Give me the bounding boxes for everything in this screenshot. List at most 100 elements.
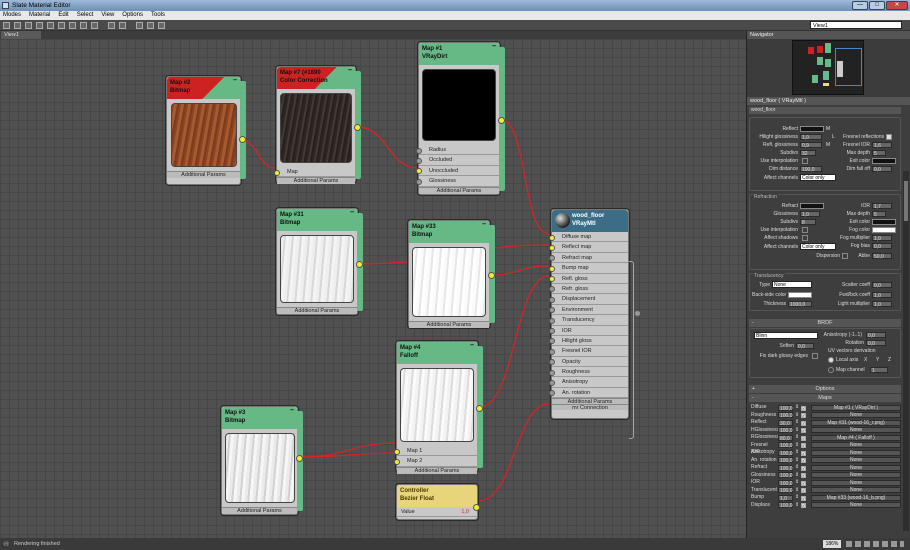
minimize-node-icon[interactable]: – <box>492 43 496 51</box>
output-socket[interactable] <box>634 310 641 317</box>
spinner-icon[interactable]: ⇕ <box>795 457 799 464</box>
spinner-icon[interactable]: ⇕ <box>795 427 799 434</box>
map-enable-checkbox[interactable]: ✓ <box>801 480 806 486</box>
node-map33-bitmap[interactable]: Map #33 Bitmap – Additional Params <box>408 220 495 328</box>
node-header[interactable]: Controller Bezier Float <box>397 485 477 507</box>
slot-radius[interactable]: Radius <box>416 145 499 156</box>
additional-params[interactable]: Additional Params <box>277 307 357 314</box>
minimize-node-icon[interactable]: – <box>470 342 474 350</box>
menu-tools[interactable]: Tools <box>151 11 165 20</box>
node-map7-color-correction[interactable]: Map #7 (#1890 Color Correction – Map Addit… <box>274 66 361 185</box>
scatter-field[interactable]: 0,0 <box>872 282 892 289</box>
brdf-rollout[interactable]: - BRDF <box>749 319 901 327</box>
map-slot-button[interactable]: None <box>811 427 901 434</box>
refr-max-depth-field[interactable]: 5 <box>872 211 886 218</box>
spinner-icon[interactable]: ⇕ <box>795 464 799 471</box>
minimize-button[interactable]: — <box>852 1 868 10</box>
output-socket[interactable] <box>488 272 495 279</box>
spinner-icon[interactable]: ⇕ <box>795 449 799 456</box>
map-enable-checkbox[interactable]: ✓ <box>801 420 806 426</box>
map-enable-checkbox[interactable]: ✓ <box>801 488 806 493</box>
additional-params[interactable]: Additional Params <box>277 177 355 185</box>
node-map1-vraydirt[interactable]: Map #1 VRayDirt – Radius Occluded Unocclud… <box>416 42 505 195</box>
input-socket[interactable] <box>549 307 555 314</box>
input-socket[interactable] <box>274 169 280 176</box>
map-amount-field[interactable]: 100,0 <box>778 457 793 464</box>
local-axis-radio[interactable] <box>828 357 834 363</box>
spinner-icon[interactable]: ⇕ <box>795 412 799 419</box>
refr-subdivs-field[interactable]: 8 <box>800 219 816 226</box>
show-map-icon[interactable] <box>80 22 87 29</box>
map-slot-button[interactable]: None <box>811 472 901 479</box>
type-dropdown[interactable]: None <box>772 281 812 288</box>
output-socket[interactable] <box>476 405 483 412</box>
menu-material[interactable]: Material <box>29 11 50 20</box>
node-canvas[interactable]: Map #2 Bitmap – Additional Params Map #7 (… <box>0 39 746 538</box>
input-socket[interactable] <box>394 458 400 465</box>
map-slot-button[interactable]: None <box>811 502 901 509</box>
spinner-icon[interactable]: ⇕ <box>795 487 799 494</box>
binoculars-icon[interactable]: ♾ <box>3 539 9 550</box>
map-slot-button[interactable]: None <box>811 479 901 486</box>
map-slot-button[interactable]: None <box>811 442 901 449</box>
node-header[interactable]: Map #2 Bitmap – <box>167 77 240 99</box>
subdivs-field[interactable]: 32 <box>800 150 816 157</box>
node-map31-bitmap[interactable]: Map #31 Bitmap – Additional Params <box>276 208 363 315</box>
input-socket[interactable] <box>549 348 555 355</box>
map-slot-button[interactable]: None <box>811 487 901 494</box>
spinner-icon[interactable]: ⇕ <box>795 442 799 449</box>
additional-params[interactable]: Additional Params <box>397 466 477 474</box>
dim-distance-field[interactable]: 100,0 <box>800 166 822 173</box>
node-header[interactable]: Map #4 Falloff – <box>397 342 477 364</box>
refr-use-interp-checkbox[interactable] <box>802 227 808 233</box>
mtl-slot[interactable]: Bump map <box>549 263 628 274</box>
node-map2-bitmap[interactable]: Map #2 Bitmap – Additional Params <box>166 76 246 185</box>
exit-color-swatch[interactable] <box>872 158 896 164</box>
additional-params[interactable]: Additional Params <box>167 171 240 178</box>
mtl-footer[interactable]: mr Connection <box>552 404 628 411</box>
input-socket[interactable] <box>416 178 422 185</box>
axis-x-button[interactable]: X <box>864 357 867 363</box>
dispersion-checkbox[interactable] <box>842 253 848 259</box>
map-enable-checkbox[interactable]: ✓ <box>801 495 806 501</box>
parameter-editor-icon[interactable] <box>147 22 154 29</box>
move-children-icon[interactable] <box>58 22 65 29</box>
mtl-slot[interactable]: Refl. gloss <box>549 274 628 284</box>
fog-mult-field[interactable]: 1,0 <box>872 235 892 242</box>
layout-children-icon[interactable] <box>119 22 126 29</box>
soften-field[interactable]: 0,0 <box>796 343 814 350</box>
minimize-node-icon[interactable]: – <box>233 77 237 85</box>
additional-params[interactable]: Additional Params <box>409 321 489 328</box>
input-socket[interactable] <box>416 168 422 175</box>
spinner-icon[interactable]: ⇕ <box>795 419 799 426</box>
minimize-node-icon[interactable]: – <box>348 67 352 75</box>
mtl-slot[interactable]: IOR <box>549 326 628 336</box>
map-enable-checkbox[interactable]: ✓ <box>801 405 806 411</box>
ior-field[interactable]: 1,7 <box>872 203 892 210</box>
slot-map-1[interactable]: Map 1 <box>394 446 477 457</box>
spinner-icon[interactable]: ⇕ <box>795 472 799 479</box>
fog-color-swatch[interactable] <box>872 227 896 233</box>
spinner-icon[interactable]: ⇕ <box>795 434 799 441</box>
maps-rollout[interactable]: - Maps <box>749 394 901 402</box>
node-controller-bezier-float[interactable]: Controller Bezier Float Value 1,0 <box>396 484 480 520</box>
map-slot-button[interactable]: Map #33 (wood-16_b.png) <box>811 494 901 501</box>
mtl-slot[interactable]: Displacement <box>549 294 628 305</box>
input-socket[interactable] <box>549 286 555 293</box>
mtl-slot[interactable]: Anisotropy <box>549 377 628 388</box>
hilight-gloss-field[interactable]: 1,0 <box>800 134 822 141</box>
map-channel-radio[interactable] <box>828 367 834 373</box>
mtl-slot[interactable]: Diffuse map <box>549 232 628 243</box>
map-amount-field[interactable]: 100,0 <box>778 487 793 494</box>
slot-value[interactable]: Value 1,0 <box>397 507 477 518</box>
mtl-slot[interactable]: Fresnel IOR <box>549 346 628 357</box>
map-enable-checkbox[interactable]: ✓ <box>801 428 806 433</box>
dim-falloff-field[interactable]: 0,0 <box>872 166 892 173</box>
input-socket[interactable] <box>549 328 555 335</box>
lock-button[interactable]: L <box>832 134 835 140</box>
slot-occluded[interactable]: Occluded <box>416 155 499 166</box>
axis-z-button[interactable]: Z <box>888 357 891 363</box>
fwd-bck-field[interactable]: 1,0 <box>872 292 892 299</box>
refl-gloss-map-button[interactable]: M <box>826 142 830 148</box>
map-slot-button[interactable]: Map #1 ( VRayDirt ) <box>811 404 901 411</box>
